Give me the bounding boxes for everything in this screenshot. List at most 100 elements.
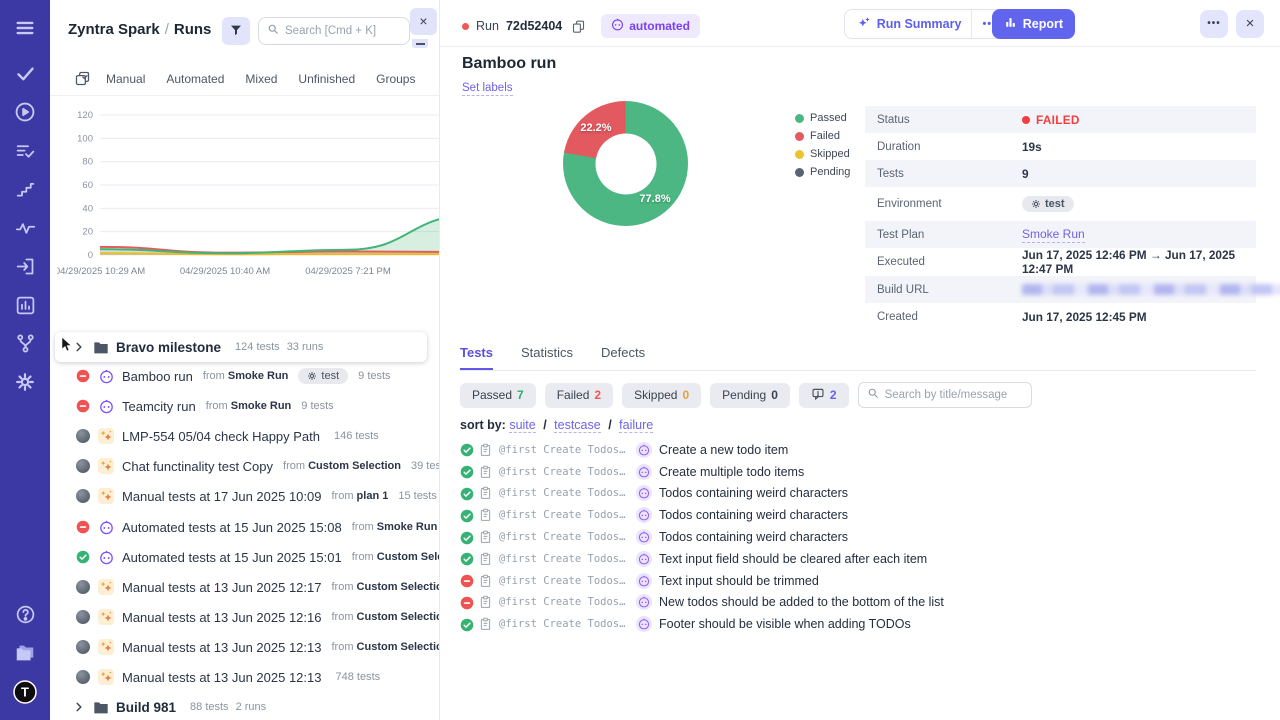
- runs-tab-groups[interactable]: Groups: [376, 72, 415, 86]
- test-title[interactable]: Create a new todo item: [659, 443, 788, 457]
- test-suite-path[interactable]: @first Create Todos…: [499, 509, 630, 521]
- runs-tab-automated[interactable]: Automated: [166, 72, 224, 86]
- sidebar-item-help[interactable]: [13, 602, 37, 626]
- sort-by-failure-link[interactable]: failure: [619, 418, 653, 433]
- runs-tab-manual[interactable]: Manual: [106, 72, 145, 86]
- test-title[interactable]: New todos should be added to the bottom …: [659, 595, 944, 609]
- run-title[interactable]: Manual tests at 13 Jun 2025 12:17: [122, 580, 321, 595]
- test-row[interactable]: @first Create Todos… Todos containing wei…: [460, 504, 1260, 526]
- test-row[interactable]: @first Create Todos… Text input should be…: [460, 570, 1260, 592]
- filter-skipped-button[interactable]: Skipped0: [622, 383, 701, 408]
- sidebar-item-check[interactable]: [13, 61, 37, 85]
- legend-item-skipped[interactable]: Skipped: [795, 148, 850, 160]
- run-row[interactable]: Automated tests at 15 Jun 2025 15:08from…: [55, 512, 440, 542]
- legend-item-passed[interactable]: Passed: [795, 112, 850, 124]
- tab-tests[interactable]: Tests: [460, 345, 493, 370]
- close-run-button[interactable]: ×: [1236, 10, 1264, 38]
- run-row[interactable]: Manual tests at 17 Jun 2025 10:09from pl…: [55, 481, 440, 511]
- run-title[interactable]: Automated tests at 15 Jun 2025 15:08: [122, 520, 342, 535]
- run-row[interactable]: Manual tests at 13 Jun 2025 12:13from Cu…: [55, 632, 440, 662]
- test-title[interactable]: Create multiple todo items: [659, 465, 804, 479]
- sidebar-item-logo[interactable]: T: [13, 680, 37, 704]
- run-row[interactable]: Manual tests at 13 Jun 2025 12:16from Cu…: [55, 602, 440, 632]
- legend-item-failed[interactable]: Failed: [795, 130, 850, 142]
- test-title[interactable]: Text input should be trimmed: [659, 574, 819, 588]
- test-title[interactable]: Todos containing weird characters: [659, 486, 848, 500]
- test-row[interactable]: @first Create Todos… Footer should be vis…: [460, 613, 1260, 635]
- run-row[interactable]: Chat functinality test Copyfrom Custom S…: [55, 451, 440, 481]
- test-row[interactable]: @first Create Todos… Create a new todo it…: [460, 439, 1260, 461]
- comments-filter-button[interactable]: 2: [799, 383, 849, 408]
- sidebar-item-list-check[interactable]: [13, 139, 37, 163]
- tests-search-input[interactable]: [885, 389, 1020, 401]
- run-title[interactable]: Bamboo run: [122, 369, 193, 384]
- sort-by-testcase-link[interactable]: testcase: [554, 418, 601, 433]
- copy-run-id-button[interactable]: [571, 19, 586, 34]
- automated-badge[interactable]: automated: [601, 14, 700, 38]
- test-suite-path[interactable]: @first Create Todos…: [499, 444, 630, 456]
- test-row[interactable]: @first Create Todos… Todos containing wei…: [460, 483, 1260, 505]
- run-row[interactable]: LMP-554 05/04 check Happy Path146 tests: [55, 421, 440, 451]
- folder-title[interactable]: Build 981: [116, 700, 176, 715]
- filter-button[interactable]: [222, 17, 250, 45]
- run-row[interactable]: Manual tests at 13 Jun 2025 12:13748 tes…: [55, 662, 440, 692]
- filter-failed-button[interactable]: Failed2: [545, 383, 613, 408]
- test-row[interactable]: @first Create Todos… New todos should be …: [460, 592, 1260, 614]
- run-title[interactable]: Automated tests at 15 Jun 2025 15:01: [122, 550, 342, 565]
- sidebar-item-bar-chart[interactable]: [13, 293, 37, 317]
- folder-title[interactable]: Bravo milestone: [116, 340, 221, 355]
- tab-defects[interactable]: Defects: [601, 345, 645, 370]
- test-suite-path[interactable]: @first Create Todos…: [499, 487, 630, 499]
- test-suite-path[interactable]: @first Create Todos…: [499, 553, 630, 565]
- run-title[interactable]: Manual tests at 17 Jun 2025 10:09: [122, 489, 321, 504]
- folder-row[interactable]: Bravo milestone124 tests33 runs: [55, 332, 427, 362]
- test-title[interactable]: Todos containing weird characters: [659, 508, 848, 522]
- run-title[interactable]: Teamcity run: [122, 399, 196, 414]
- sidebar-item-gear[interactable]: [13, 370, 37, 394]
- test-title[interactable]: Text input field should be cleared after…: [659, 552, 927, 566]
- run-row[interactable]: Automated tests at 15 Jun 2025 15:01from…: [55, 542, 440, 572]
- test-row[interactable]: @first Create Todos… Create multiple todo…: [460, 461, 1260, 483]
- test-suite-path[interactable]: @first Create Todos…: [499, 466, 630, 478]
- sidebar-item-projects[interactable]: [13, 641, 37, 665]
- test-suite-path[interactable]: @first Create Todos…: [499, 596, 630, 608]
- runs-tab-mixed[interactable]: Mixed: [245, 72, 277, 86]
- tab-statistics[interactable]: Statistics: [521, 345, 573, 370]
- select-all-icon[interactable]: [74, 70, 91, 87]
- folder-row[interactable]: Build 98188 tests2 runs: [55, 692, 440, 720]
- run-title[interactable]: Manual tests at 13 Jun 2025 12:13: [122, 670, 321, 685]
- breadcrumb-project[interactable]: Zyntra Spark: [68, 21, 160, 38]
- sidebar-item-sign-in[interactable]: [13, 254, 37, 278]
- test-title[interactable]: Footer should be visible when adding TOD…: [659, 617, 911, 631]
- sidebar-item-play-circle[interactable]: [13, 100, 37, 124]
- sidebar-item-steps[interactable]: [13, 177, 37, 201]
- legend-item-pending[interactable]: Pending: [795, 166, 850, 178]
- sidebar-item-branches[interactable]: [13, 331, 37, 355]
- runs-search-input[interactable]: [285, 25, 395, 37]
- run-title[interactable]: LMP-554 05/04 check Happy Path: [122, 429, 320, 444]
- run-row[interactable]: Manual tests at 13 Jun 2025 12:17from Cu…: [55, 572, 440, 602]
- run-title[interactable]: Manual tests at 13 Jun 2025 12:16: [122, 610, 321, 625]
- sidebar-item-activity[interactable]: [13, 216, 37, 240]
- chevron-right-icon[interactable]: [73, 701, 85, 713]
- filter-passed-button[interactable]: Passed7: [460, 383, 536, 408]
- run-summary-button[interactable]: Run Summary: [845, 10, 972, 38]
- test-plan-link[interactable]: Smoke Run: [1022, 227, 1085, 243]
- test-suite-path[interactable]: @first Create Todos…: [499, 618, 630, 630]
- filter-pending-button[interactable]: Pending0: [710, 383, 790, 408]
- more-actions-button[interactable]: •••: [1200, 10, 1228, 38]
- panel-close-button[interactable]: ×: [410, 8, 437, 35]
- test-row[interactable]: @first Create Todos… Text input field sho…: [460, 548, 1260, 570]
- sort-by-suite-link[interactable]: suite: [509, 418, 535, 433]
- test-suite-path[interactable]: @first Create Todos…: [499, 575, 630, 587]
- test-row[interactable]: @first Create Todos…Todos containing wei…: [460, 526, 1260, 548]
- run-title[interactable]: Manual tests at 13 Jun 2025 12:13: [122, 640, 321, 655]
- set-labels-link[interactable]: Set labels: [462, 82, 513, 96]
- report-button[interactable]: Report: [992, 9, 1075, 39]
- run-row[interactable]: Teamcity runfrom Smoke Run9 tests: [55, 391, 440, 421]
- runs-tab-unfinished[interactable]: Unfinished: [298, 72, 355, 86]
- test-suite-path[interactable]: @first Create Todos…: [499, 531, 630, 543]
- run-title[interactable]: Chat functinality test Copy: [122, 459, 273, 474]
- menu-toggle[interactable]: [13, 16, 37, 40]
- run-row[interactable]: Bamboo runfrom Smoke Runtest9 tests: [55, 361, 440, 391]
